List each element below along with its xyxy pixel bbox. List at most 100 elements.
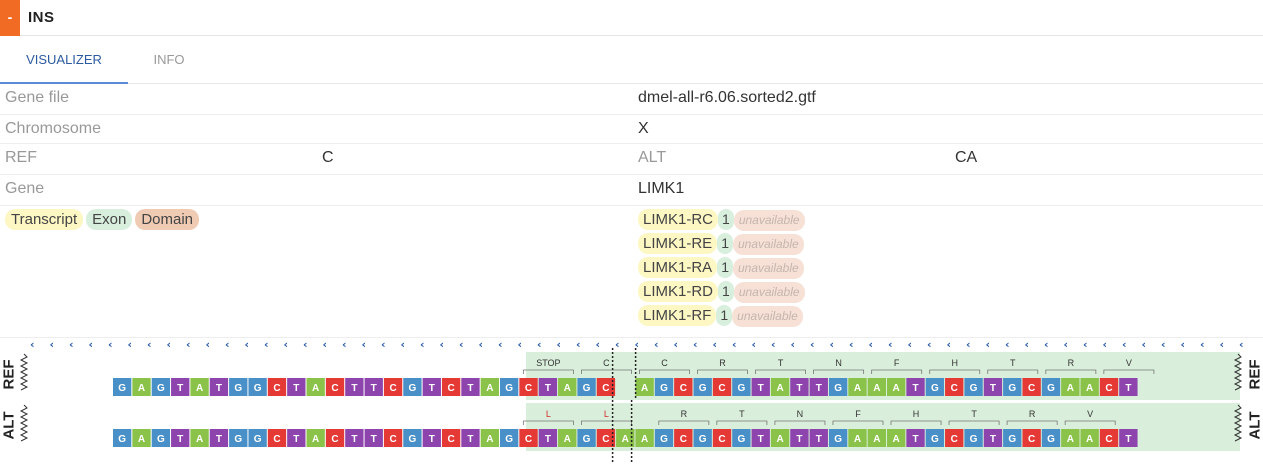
- direction-arrow: ‹: [50, 338, 55, 351]
- transcript-list: LIMK1-RC1unavailable LIMK1-RE1unavailabl…: [638, 209, 805, 329]
- title-bar: - INS: [0, 0, 1263, 36]
- transcript-name[interactable]: LIMK1-RA: [638, 257, 717, 278]
- ref-codon-label: C: [603, 358, 610, 368]
- alt-base-letter: C: [680, 434, 687, 445]
- direction-arrow: ‹: [849, 338, 854, 351]
- ref-base-letter: G: [737, 383, 745, 394]
- ref-track-label-left: REF: [1, 357, 18, 393]
- alt-base-letter: T: [912, 434, 918, 445]
- ref-base-letter: A: [854, 383, 861, 394]
- ref-base-letter: T: [177, 383, 183, 394]
- tab-info[interactable]: INFO: [128, 36, 210, 84]
- direction-arrow: ‹: [966, 338, 971, 351]
- direction-arrow: ‹: [693, 338, 698, 351]
- ref-base-letter: A: [1067, 383, 1074, 394]
- domain-badge: unavailable: [733, 234, 804, 255]
- direction-arrow: ‹: [1122, 338, 1127, 351]
- direction-arrow: ‹: [167, 338, 172, 351]
- direction-arrow: ‹: [1005, 338, 1010, 351]
- direction-arrow: ‹: [401, 338, 406, 351]
- ref-base-letter: G: [583, 383, 591, 394]
- ref-base-letter: G: [1008, 383, 1016, 394]
- alt-codon-label: R: [1029, 409, 1036, 419]
- tab-bar: VISUALIZER INFO: [0, 36, 1263, 84]
- direction-arrow: ‹: [596, 338, 601, 351]
- alt-base-letter: C: [718, 434, 725, 445]
- transcript-item[interactable]: LIMK1-RE1unavailable: [638, 233, 805, 257]
- direction-arrow: ‹: [1103, 338, 1108, 351]
- alt-base-letter: T: [758, 434, 764, 445]
- alt-base-letter: A: [312, 434, 319, 445]
- ref-base-letter: A: [196, 383, 203, 394]
- domain-badge: unavailable: [734, 210, 805, 231]
- ref-base-letter: G: [409, 383, 417, 394]
- exon-badge: 1: [717, 257, 733, 278]
- ref-base-letter: T: [796, 383, 802, 394]
- domain-badge: unavailable: [734, 282, 805, 303]
- ref-base-letter: A: [641, 383, 648, 394]
- exon-badge: 1: [716, 305, 732, 326]
- direction-arrow: ‹: [479, 338, 484, 351]
- ref-base-letter: A: [893, 383, 900, 394]
- direction-arrow: ‹: [69, 338, 74, 351]
- transcript-name[interactable]: LIMK1-RE: [638, 233, 717, 254]
- gene-file-value: dmel-all-r6.06.sorted2.gtf: [638, 89, 816, 107]
- exon-badge: 1: [717, 233, 733, 254]
- gene-label: Gene: [5, 180, 44, 198]
- direction-arrow: ‹: [1161, 338, 1166, 351]
- direction-arrow: ‹: [342, 338, 347, 351]
- direction-arrow: ‹: [381, 338, 386, 351]
- ref-base-letter: T: [816, 383, 822, 394]
- alt-base-letter: G: [1008, 434, 1016, 445]
- alt-base-letter: C: [389, 434, 396, 445]
- alt-base-letter: G: [699, 434, 707, 445]
- collapse-button[interactable]: -: [0, 0, 20, 36]
- sequence-canvas: ‹‹‹‹‹‹‹‹‹‹‹‹‹‹‹‹‹‹‹‹‹‹‹‹‹‹‹‹‹‹‹‹‹‹‹‹‹‹‹‹…: [0, 338, 1263, 462]
- transcript-item[interactable]: LIMK1-RF1unavailable: [638, 305, 805, 329]
- direction-arrow: ‹: [518, 338, 523, 351]
- domain-badge: unavailable: [732, 306, 803, 327]
- chromosome-label: Chromosome: [5, 120, 101, 138]
- alt-base-letter: T: [429, 434, 435, 445]
- direction-arrow: ‹: [284, 338, 289, 351]
- tab-visualizer[interactable]: VISUALIZER: [0, 36, 128, 84]
- alt-codon-label: F: [855, 409, 861, 419]
- ref-value: C: [322, 149, 334, 167]
- transcript-item[interactable]: LIMK1-RD1unavailable: [638, 281, 805, 305]
- ref-codon-label: T: [1010, 358, 1016, 368]
- direction-arrow: ‹: [576, 338, 581, 351]
- ref-base-letter: T: [293, 383, 299, 394]
- transcript-item[interactable]: LIMK1-RA1unavailable: [638, 257, 805, 281]
- alt-value: CA: [955, 149, 977, 167]
- page-title: INS: [28, 9, 55, 26]
- ref-base-letter: T: [371, 383, 377, 394]
- alt-base-letter: G: [254, 434, 262, 445]
- direction-arrow: ‹: [791, 338, 796, 351]
- direction-arrow: ‹: [1239, 338, 1244, 351]
- ref-codon-label: N: [835, 358, 842, 368]
- transcript-item[interactable]: LIMK1-RC1unavailable: [638, 209, 805, 233]
- transcript-name[interactable]: LIMK1-RF: [638, 305, 716, 326]
- ref-base-letter: A: [1086, 383, 1093, 394]
- alt-base-letter: T: [293, 434, 299, 445]
- transcript-name[interactable]: LIMK1-RD: [638, 281, 718, 302]
- direction-arrow: ‹: [498, 338, 503, 351]
- ref-base-letter: G: [157, 383, 165, 394]
- direction-arrow: ‹: [440, 338, 445, 351]
- ref-base-letter: G: [970, 383, 978, 394]
- domain-badge: unavailable: [733, 258, 804, 279]
- ref-base-letter: G: [660, 383, 668, 394]
- direction-arrow: ‹: [908, 338, 913, 351]
- ref-codon-label: F: [894, 358, 900, 368]
- ref-base-letter: T: [216, 383, 222, 394]
- ref-base-letter: T: [758, 383, 764, 394]
- direction-arrow: ‹: [1200, 338, 1205, 351]
- alt-base-letter: G: [834, 434, 842, 445]
- transcript-name[interactable]: LIMK1-RC: [638, 209, 718, 230]
- alt-base-letter: C: [525, 434, 532, 445]
- ref-alt-row: REF C ALT CA: [0, 144, 1263, 175]
- direction-arrow: ‹: [245, 338, 250, 351]
- alt-base-letter: A: [138, 434, 145, 445]
- chromosome-value: X: [638, 120, 649, 138]
- direction-arrow: ‹: [108, 338, 113, 351]
